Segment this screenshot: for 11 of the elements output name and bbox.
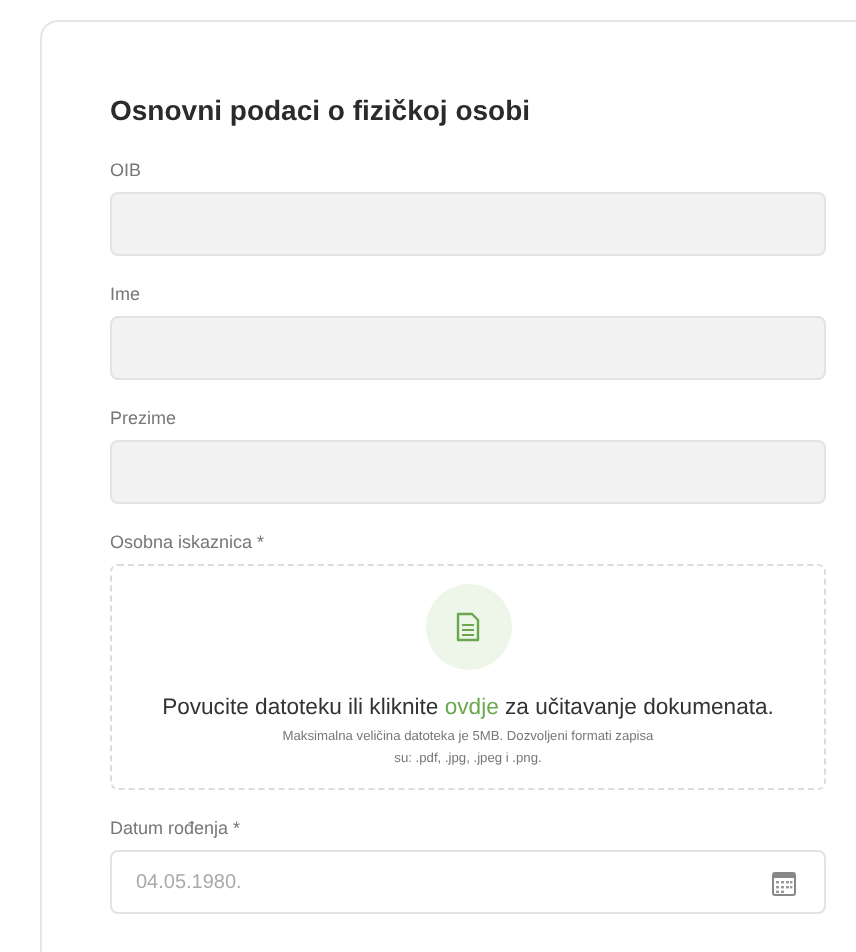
upload-instructions: Povucite datoteku ili kliknite ovdje za učitavanje dokumenata.: [162, 696, 774, 720]
document-icon: [456, 612, 480, 642]
field-label: OIB: [110, 160, 144, 180]
field-label: Ime: [110, 284, 143, 304]
upload-link[interactable]: ovdje: [444, 696, 499, 720]
field-label: Prezime: [110, 408, 179, 428]
calendar-icon[interactable]: [772, 869, 796, 895]
date-field[interactable]: 04.05.1980.: [110, 850, 826, 914]
field-label: Datum rođenja *: [110, 818, 243, 838]
field-label: Osobna iskaznica *: [110, 532, 267, 552]
section-title: Osnovni podaci o fizičkoj osobi: [110, 94, 533, 126]
